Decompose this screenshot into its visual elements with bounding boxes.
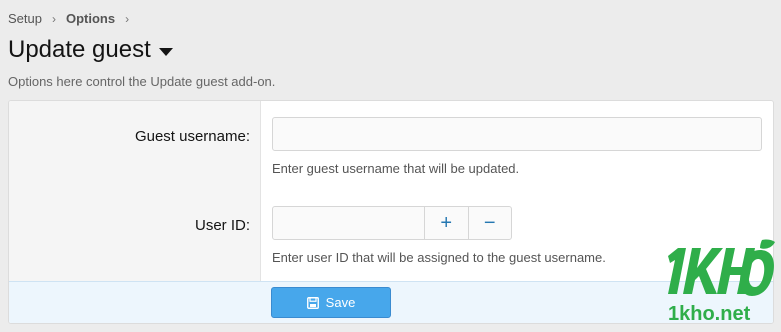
user-id-label: User ID: <box>194 217 250 234</box>
breadcrumb-separator: › <box>51 11 56 26</box>
save-icon <box>306 296 319 309</box>
caret-down-icon[interactable] <box>158 47 173 56</box>
breadcrumb-separator: › <box>125 11 130 26</box>
page-title: Update guest <box>8 36 151 63</box>
breadcrumb-item-options[interactable]: Options <box>66 11 115 26</box>
label-column: Guest username: User ID: <box>9 101 261 281</box>
svg-text:1kho.net: 1kho.net <box>668 303 751 325</box>
breadcrumb: Setup › Options › <box>8 11 129 26</box>
page-description: Options here control the Update guest ad… <box>8 74 276 89</box>
user-id-stepper: + − <box>272 206 512 240</box>
save-button-label: Save <box>325 295 356 310</box>
form-footer: Save <box>9 281 773 323</box>
title-row: Update guest <box>8 36 173 64</box>
1kho-watermark-logo: 1kho.net <box>668 239 775 325</box>
page: Setup › Options › Update guest Options h… <box>0 0 781 332</box>
breadcrumb-item-setup[interactable]: Setup <box>8 11 42 26</box>
user-id-input[interactable] <box>273 207 424 239</box>
guest-username-label: Guest username: <box>134 128 250 145</box>
options-panel: Guest username: User ID: Enter guest use… <box>8 100 774 324</box>
decrement-button[interactable]: − <box>467 207 512 239</box>
guest-username-input[interactable] <box>272 117 762 151</box>
increment-button[interactable]: + <box>424 207 468 239</box>
user-id-hint: Enter user ID that will be assigned to t… <box>272 250 606 265</box>
guest-username-hint: Enter guest username that will be update… <box>272 161 520 176</box>
save-button[interactable]: Save <box>271 287 391 318</box>
